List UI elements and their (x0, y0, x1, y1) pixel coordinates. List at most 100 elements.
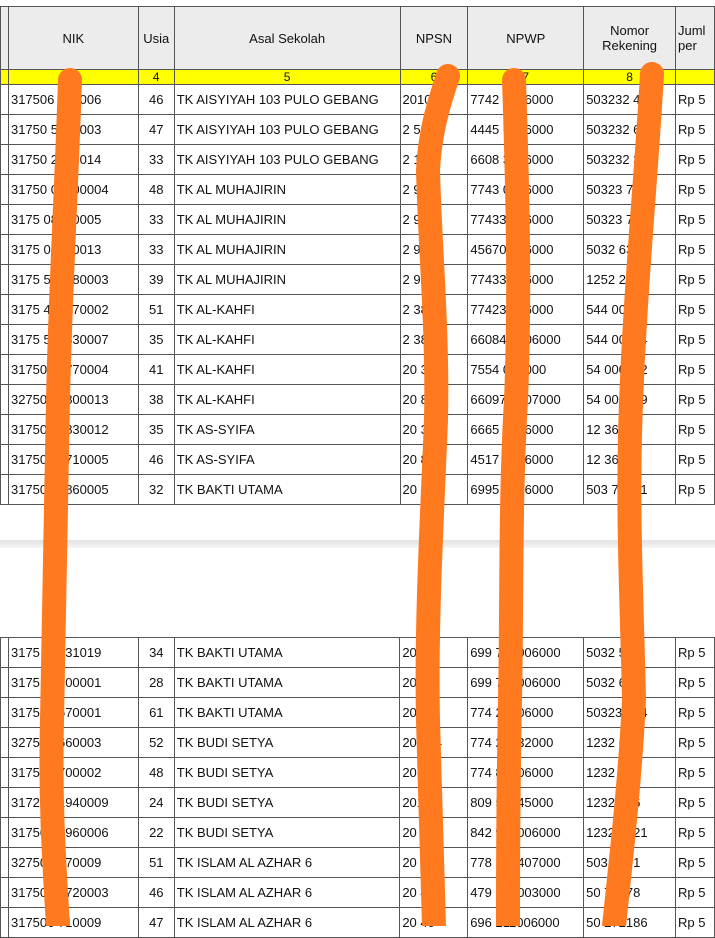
nomor-rekening-cell: 12 36672 (583, 414, 676, 445)
npsn-cell: 20 40 (399, 877, 469, 908)
nik-cell: 3175 08840005 (7, 204, 139, 235)
asal-sekolah-cell: TK ISLAM AL AZHAR 6 (173, 847, 401, 878)
nomor-rekening-cell: 50323 787 (583, 204, 676, 235)
npsn-cell: 201 4 (399, 757, 469, 788)
npwp-cell: 66084 9006000 (467, 324, 585, 355)
asal-sekolah-cell: TK AL MUHAJIRIN (173, 174, 401, 205)
usia-cell: 28 (137, 667, 175, 698)
header-nik: NIK (7, 6, 139, 70)
asal-sekolah-cell: TK AL MUHAJIRIN (173, 264, 401, 295)
npsn-cell: 201 24 (399, 727, 469, 758)
column-number (7, 69, 139, 85)
nik-cell: 31750 2850014 (7, 144, 139, 175)
npwp-cell: 77433 006000 (467, 264, 585, 295)
npwp-cell: 479 153003000 (467, 877, 585, 908)
asal-sekolah-cell: TK AISYIYAH 103 PULO GEBANG (173, 144, 401, 175)
usia-cell: 41 (137, 354, 175, 385)
npwp-cell: 6665 0006000 (467, 414, 585, 445)
nomor-rekening-cell: 503 72721 (583, 474, 676, 505)
asal-sekolah-cell: TK BUDI SETYA (173, 787, 401, 818)
usia-cell: 46 (137, 84, 175, 115)
nik-cell: 31750 03710005 (7, 444, 139, 475)
asal-sekolah-cell: TK AL-KAHFI (173, 354, 401, 385)
table-row: 3175 08570001 61 TK BAKTI UTAMA 20 27 774 27… (0, 697, 715, 728)
jumlah-cell: Rp 5 (674, 294, 715, 325)
nik-cell: 32750 5670009 (7, 847, 139, 878)
npsn-cell: 20 327 (399, 474, 469, 505)
jumlah-cell: Rp 5 (674, 84, 715, 115)
npwp-cell: 7743 0006000 (467, 174, 585, 205)
npwp-cell: 77423 006000 (467, 294, 585, 325)
row-left-edge (0, 234, 9, 265)
row-left-edge (0, 877, 9, 908)
jumlah-cell: Rp 5 (674, 324, 715, 355)
npsn-cell: 20 27 (399, 667, 469, 698)
npsn-cell: 20 27 (399, 637, 469, 668)
nik-cell: 31750 01770004 (7, 354, 139, 385)
row-left-edge (0, 324, 9, 355)
npsn-cell: 2 38 (399, 324, 469, 355)
npsn-cell: 20 40 (399, 847, 469, 878)
nomor-rekening-cell: 50323 674 (583, 697, 676, 728)
npsn-cell: 20 24 (399, 817, 469, 848)
column-number: 7 (467, 69, 585, 85)
nomor-rekening-cell: 5032 639 (583, 234, 676, 265)
header-jumlah: Juml per (674, 6, 715, 70)
table-row: 31750 08830012 35 TK AS-SYIFA 20 3 6665 0006… (0, 414, 715, 445)
table-row: 3175 08840005 33 TK AL MUHAJIRIN 2 97 77433 … (0, 204, 715, 235)
asal-sekolah-cell: TK BUDI SETYA (173, 727, 401, 758)
jumlah-cell: Rp 5 (674, 907, 715, 938)
header-asal-sekolah: Asal Sekolah (173, 6, 401, 70)
jumlah-cell: Rp 5 (674, 474, 715, 505)
table-row: 31750 2850014 33 TK AISYIYAH 103 PULO GEBA… (0, 144, 715, 175)
jumlah-cell: Rp 5 (674, 414, 715, 445)
jumlah-cell: Rp 5 (674, 234, 715, 265)
header-row: NIK Usia Asal Sekolah NPSN NPWP Nomor Re… (0, 6, 715, 70)
usia-cell: 32 (137, 474, 175, 505)
npsn-cell: 20 40 (399, 907, 469, 938)
npsn-cell: 20 3 (399, 414, 469, 445)
usia-cell: 51 (137, 294, 175, 325)
npwp-cell: 774 85006000 (467, 757, 585, 788)
nik-cell: 317506 710006 (7, 84, 139, 115)
asal-sekolah-cell: TK BAKTI UTAMA (173, 474, 401, 505)
header-npwp: NPWP (467, 6, 585, 70)
column-number-row: 4 5 6 7 8 (0, 69, 715, 85)
usia-cell: 35 (137, 414, 175, 445)
nik-cell: 317502 0720003 (7, 877, 139, 908)
nomor-rekening-cell: 544 00906 (583, 294, 676, 325)
table-row: 3175 08840013 33 TK AL MUHAJIRIN 2 97 45670 … (0, 234, 715, 265)
jumlah-cell: Rp 5 (674, 787, 715, 818)
asal-sekolah-cell: TK ISLAM AL AZHAR 6 (173, 907, 401, 938)
asal-sekolah-cell: TK AL MUHAJIRIN (173, 234, 401, 265)
usia-cell: 33 (137, 234, 175, 265)
nomor-rekening-cell: 1232 639 (583, 727, 676, 758)
row-left-edge (0, 84, 9, 115)
table-row: 31750 5700003 47 TK AISYIYAH 103 PULO GEBA… (0, 114, 715, 145)
npwp-cell: 842 985006000 (467, 817, 585, 848)
npwp-cell: 699 754006000 (467, 637, 585, 668)
table-row: 31750 03960006 22 TK BUDI SETYA 20 24 842 98… (0, 817, 715, 848)
asal-sekolah-cell: TK AISYIYAH 103 PULO GEBANG (173, 84, 401, 115)
nik-cell: 3175 08570001 (7, 697, 139, 728)
npsn-cell: 20 38 (399, 354, 469, 385)
npwp-cell: 778 132407000 (467, 847, 585, 878)
nomor-rekening-cell: 1252 2272 (583, 264, 676, 295)
nomor-rekening-cell: 12 36265 (583, 444, 676, 475)
jumlah-cell: Rp 5 (674, 757, 715, 788)
npwp-cell: 4517 0006000 (467, 444, 585, 475)
asal-sekolah-cell: TK AL-KAHFI (173, 324, 401, 355)
npsn-cell: 2 97 (399, 234, 469, 265)
npwp-cell: 6608 3006000 (467, 144, 585, 175)
asal-sekolah-cell: TK BAKTI UTAMA (173, 667, 401, 698)
row-left-edge (0, 637, 9, 668)
usia-cell: 33 (137, 144, 175, 175)
table-row: 317502 0720003 46 TK ISLAM AL AZHAR 6 20 40… (0, 877, 715, 908)
npsn-cell: 2 1 (399, 144, 469, 175)
nomor-rekening-cell: 1232 2121 (583, 817, 676, 848)
asal-sekolah-cell: TK AISYIYAH 103 PULO GEBANG (173, 114, 401, 145)
nomor-rekening-cell: 5032 526 (583, 637, 676, 668)
npsn-cell: 2010 1 (399, 84, 469, 115)
jumlah-cell: Rp 5 (674, 384, 715, 415)
table-row: 317506 710006 46 TK AISYIYAH 103 PULO GEBA… (0, 84, 715, 115)
